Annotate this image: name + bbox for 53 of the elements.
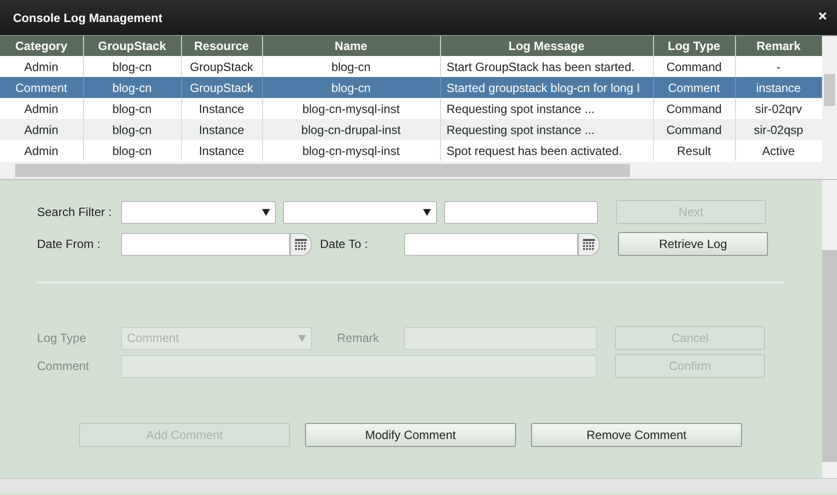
- table-cell: Started groupstack blog-cn for long I: [440, 77, 653, 98]
- field-label: Comment: [37, 358, 90, 375]
- column-header[interactable]: Log Type: [653, 36, 735, 56]
- table-cell: Instance: [181, 119, 262, 140]
- table-cell: Command: [653, 119, 735, 140]
- retrieve-button[interactable]: Retrieve Log: [618, 232, 768, 256]
- table-cell: sir-02qsp: [735, 119, 822, 140]
- column-header[interactable]: Log Message: [440, 36, 653, 56]
- table-cell: blog-cn-drupal-inst: [262, 119, 440, 140]
- table-cell: blog-cn: [262, 77, 440, 98]
- comment-button[interactable]: Modify Comment: [305, 423, 516, 447]
- vertical-scrollbar[interactable]: [822, 180, 837, 478]
- dropdown[interactable]: [121, 200, 276, 224]
- input-field[interactable]: [404, 232, 578, 256]
- column-header[interactable]: Category: [0, 36, 83, 56]
- caret-icon: [262, 208, 270, 216]
- table-cell: blog-cn: [83, 77, 181, 98]
- close-button[interactable]: ×: [818, 6, 827, 29]
- table-cell: GroupStack: [181, 77, 262, 98]
- table-cell: Requesting spot instance ...: [440, 119, 653, 140]
- caret-icon: [423, 208, 431, 216]
- column-header[interactable]: Remark: [735, 36, 822, 56]
- table-cell: blog-cn: [83, 140, 181, 161]
- comment-button[interactable]: Remove Comment: [531, 423, 742, 447]
- vertical-scrollbar[interactable]: [822, 36, 837, 162]
- calendar-button[interactable]: [290, 232, 312, 256]
- table-cell: instance: [735, 77, 822, 98]
- field-label: Search Filter :: [37, 204, 113, 221]
- calendar-icon: [295, 238, 307, 250]
- horizontal-scrollbar[interactable]: [0, 162, 837, 180]
- caret-icon: [298, 334, 306, 342]
- column-header[interactable]: Resource: [181, 36, 262, 56]
- field-label: Remark: [337, 330, 380, 347]
- table-cell: Admin: [0, 119, 83, 140]
- table-cell: Comment: [653, 77, 735, 98]
- table-cell: blog-cn-mysql-inst: [262, 140, 440, 161]
- input-field[interactable]: [121, 232, 290, 256]
- field-label: Log Type: [37, 330, 88, 347]
- column-header[interactable]: GroupStack: [83, 36, 181, 56]
- column-header[interactable]: Name: [262, 36, 440, 56]
- table-cell: Comment: [0, 77, 83, 98]
- calendar-icon: [583, 238, 595, 250]
- field-label: Date From :: [37, 236, 102, 253]
- window-title: Console Log Management: [13, 10, 162, 26]
- dropdown[interactable]: [283, 200, 437, 224]
- input-field[interactable]: [444, 200, 598, 224]
- table-cell: Result: [653, 140, 735, 161]
- calendar-button[interactable]: [578, 232, 600, 256]
- table-cell: blog-cn: [83, 119, 181, 140]
- table-cell: Admin: [0, 140, 83, 161]
- field-label: Date To :: [320, 236, 369, 253]
- table-cell: Spot request has been activated.: [440, 140, 653, 161]
- table-cell: Instance: [181, 140, 262, 161]
